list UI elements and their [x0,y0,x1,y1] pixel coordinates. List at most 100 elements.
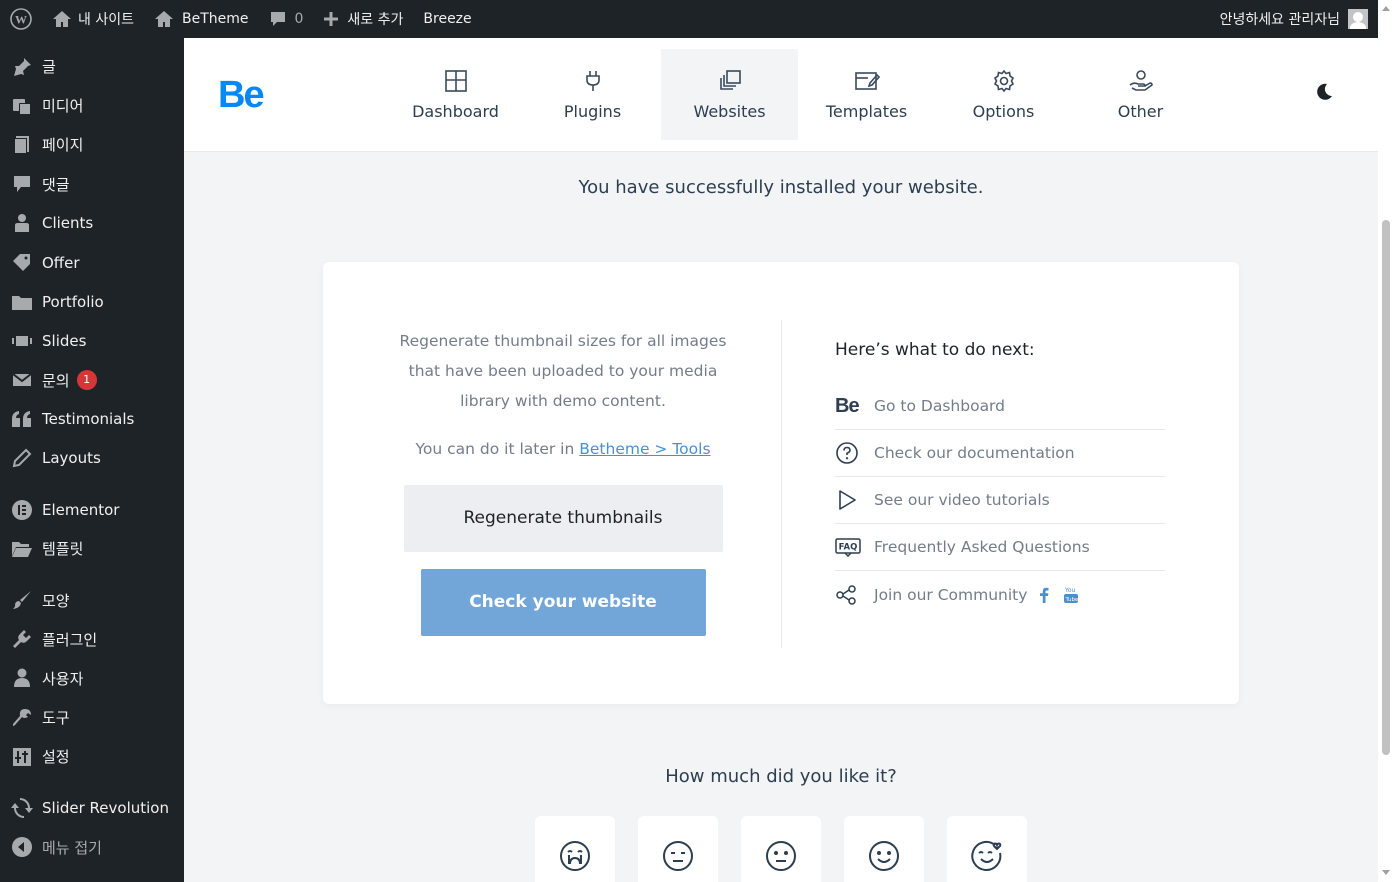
scrollbar[interactable] [1378,0,1395,882]
sidebar-item-slider-revolution[interactable]: Slider Revolution [0,788,184,827]
site-name-link[interactable]: 내 사이트 [42,0,144,38]
tab-templates[interactable]: Templates [798,49,935,140]
sidebar-item-comments[interactable]: 댓글 [0,165,184,204]
regenerate-thumbnails-button[interactable]: Regenerate thumbnails [403,485,723,552]
sidebar-item-templates[interactable]: 템플릿 [0,529,184,568]
sidebar-item-label: 설정 [42,748,70,767]
tab-options[interactable]: Options [935,49,1072,140]
sidebar-item-settings[interactable]: 설정 [0,737,184,776]
rating-smile-button[interactable] [844,816,924,882]
home-icon [154,11,173,27]
documentation-link[interactable]: Check our documentation [835,430,1165,477]
breeze-link[interactable]: Breeze [413,0,481,38]
sidebar-item-label: 모양 [42,591,70,610]
later-note: You can do it later in Betheme > Tools [393,440,733,458]
tab-label: Websites [693,102,766,121]
tab-label: Other [1117,102,1164,121]
sidebar-item-inquiry[interactable]: 문의 1 [0,361,184,400]
be-logo[interactable]: Be [218,74,265,117]
templates-icon [854,72,880,90]
rating-crying-button[interactable] [535,816,615,882]
rating-neutral-button[interactable] [741,816,821,882]
youtube-icon[interactable]: You Tube [1063,586,1079,604]
next-item-label: Go to Dashboard [874,397,1006,415]
admin-sidebar: 글 미디어 페이지 댓글 Clients Offer Portfolio Sli… [0,38,184,882]
next-steps-title: Here’s what to do next: [835,340,1035,360]
tab-other[interactable]: Other [1072,49,1209,140]
sidebar-item-media[interactable]: 미디어 [0,86,184,125]
tab-websites[interactable]: Websites [661,49,798,140]
sidebar-item-layouts[interactable]: Layouts [0,439,184,478]
collapse-icon [11,836,33,858]
tab-label: Plugins [563,102,622,121]
sidebar-item-testimonials[interactable]: Testimonials [0,400,184,439]
faq-link[interactable]: FAQ Frequently Asked Questions [835,524,1165,571]
sidebar-item-elementor[interactable]: Elementor [0,490,184,529]
tab-plugins[interactable]: Plugins [524,49,661,140]
sidebar-item-tools[interactable]: 도구 [0,698,184,737]
rating-love-button[interactable] [947,816,1027,882]
sidebar-item-clients[interactable]: Clients [0,204,184,243]
page-icon [11,134,33,156]
sidebar-item-label: 플러그인 [42,630,98,649]
be-icon: Be [835,394,860,417]
hand-icon [1129,70,1153,91]
success-message: You have successfully installed your web… [578,177,984,198]
sidebar-item-posts[interactable]: 글 [0,47,184,86]
social-links: You Tube [1039,586,1079,604]
refresh-icon [11,797,33,819]
sidebar-item-label: Portfolio [42,292,104,311]
divider [781,320,782,648]
svg-text:Tube: Tube [1065,597,1080,603]
greeting-label: 안녕하세요 관리자님 [1219,12,1340,28]
sidebar-item-portfolio[interactable]: Portfolio [0,282,184,321]
betheme-header: Be Dashboard Plugins Websites Templates … [184,38,1378,152]
check-website-button[interactable]: Check your website [420,569,706,636]
video-tutorials-link[interactable]: See our video tutorials [835,477,1165,524]
sidebar-item-pages[interactable]: 페이지 [0,125,184,164]
account-menu[interactable]: 안녕하세요 관리자님 [1220,9,1378,29]
sidebar-item-label: 미디어 [42,97,84,116]
smile-face-icon [869,841,899,871]
notification-badge: 1 [76,370,97,391]
rating-unamused-button[interactable] [638,816,718,882]
scroll-down-arrow-icon[interactable] [1382,870,1390,875]
unamused-face-icon [663,841,693,871]
go-to-dashboard-link[interactable]: Be Go to Dashboard [835,383,1165,430]
sidebar-item-label: Slider Revolution [42,798,169,817]
wrench-icon [11,707,33,729]
sidebar-item-label: Testimonials [42,410,135,429]
sidebar-item-offer[interactable]: Offer [0,243,184,282]
plug-icon [585,71,600,91]
brush-icon [11,589,33,611]
sidebar-item-label: 글 [42,58,56,77]
clients-icon [11,212,33,234]
dark-mode-toggle[interactable] [1314,82,1334,106]
tab-dashboard[interactable]: Dashboard [387,49,524,140]
next-item-label: Check our documentation [874,444,1075,462]
new-content-label: 새로 추가 [347,12,404,28]
mail-icon [11,369,33,391]
sidebar-item-label: Offer [42,253,80,272]
wordpress-logo-icon[interactable]: W [0,0,42,38]
sidebar-item-label: 메뉴 접기 [42,838,102,857]
sidebar-item-slides[interactable]: Slides [0,321,184,360]
media-icon [11,95,33,117]
theme-link[interactable]: BeTheme [144,0,259,38]
question-icon [835,441,863,465]
sidebar-item-plugins[interactable]: 플러그인 [0,620,184,659]
sidebar-item-appearance[interactable]: 모양 [0,580,184,619]
scrollbar-thumb[interactable] [1382,220,1390,755]
folder-open-icon [11,538,33,560]
pushpin-icon [11,56,33,78]
svg-text:W: W [15,13,27,27]
tools-link[interactable]: Betheme > Tools [579,440,710,458]
sidebar-item-label: Layouts [42,449,101,468]
scroll-up-arrow-icon[interactable] [1382,6,1390,11]
new-content-link[interactable]: 새로 추가 [313,0,413,38]
sidebar-item-users[interactable]: 사용자 [0,659,184,698]
facebook-icon[interactable] [1039,587,1049,603]
breeze-label: Breeze [423,11,472,27]
comments-link[interactable]: 0 [259,0,314,38]
collapse-menu-button[interactable]: 메뉴 접기 [0,828,184,867]
